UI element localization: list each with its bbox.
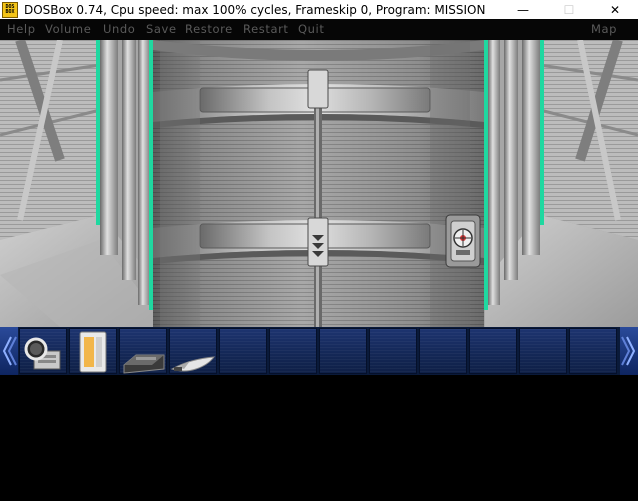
dosbox-app-icon[interactable]: DOS BOX	[2, 1, 18, 18]
inventory-slot-6[interactable]	[269, 328, 317, 374]
game-black-area	[0, 375, 638, 501]
maximize-icon: ☐	[563, 2, 575, 17]
inventory-slot-4[interactable]	[169, 328, 217, 374]
window-title-bar[interactable]: DOS BOX DOSBox 0.74, Cpu speed: max 100%…	[0, 0, 638, 19]
inventory-scroll-right-button[interactable]	[620, 327, 638, 375]
wall-dial-panel[interactable]	[445, 214, 481, 268]
menu-restart[interactable]: Restart	[243, 22, 289, 36]
inventory-slot-5[interactable]	[219, 328, 267, 374]
inventory-slot-10[interactable]	[469, 328, 517, 374]
minimize-icon: —	[517, 2, 529, 17]
device-item-icon	[123, 354, 165, 374]
wing-item-icon	[170, 356, 216, 372]
inventory-slot-3[interactable]	[119, 328, 167, 374]
menu-undo[interactable]: Undo	[103, 22, 135, 36]
inventory-bar	[0, 327, 638, 375]
game-menu-bar: Help Volume Undo Save Restore Restart Qu…	[0, 19, 638, 40]
app-icon-text-bottom: BOX	[5, 8, 15, 15]
inventory-slot-2[interactable]	[69, 328, 117, 374]
close-button[interactable]: ✕	[592, 0, 638, 19]
menu-save[interactable]: Save	[146, 22, 177, 36]
inventory-slot-12[interactable]	[569, 328, 617, 374]
inventory-slot-8[interactable]	[369, 328, 417, 374]
menu-map[interactable]: Map	[591, 22, 617, 36]
window-title: DOSBox 0.74, Cpu speed: max 100% cycles,…	[24, 2, 486, 17]
inventory-scroll-left-button[interactable]	[0, 327, 18, 375]
id-card-item-icon	[79, 331, 107, 373]
scroll-right-icon	[621, 336, 636, 366]
menu-help[interactable]: Help	[7, 22, 36, 36]
inventory-slot-1[interactable]	[19, 328, 67, 374]
magnifier-item-icon	[24, 337, 61, 370]
close-icon: ✕	[609, 2, 621, 17]
menu-volume[interactable]: Volume	[45, 22, 91, 36]
maximize-button[interactable]: ☐	[546, 0, 592, 19]
inventory-slot-11[interactable]	[519, 328, 567, 374]
menu-quit[interactable]: Quit	[298, 22, 324, 36]
game-scene-view[interactable]	[0, 40, 638, 327]
inventory-slot-9[interactable]	[419, 328, 467, 374]
minimize-button[interactable]: —	[500, 0, 546, 19]
space-station-corridor-illustration	[0, 40, 638, 327]
menu-restore[interactable]: Restore	[185, 22, 233, 36]
scroll-left-icon	[2, 336, 17, 366]
inventory-slot-7[interactable]	[319, 328, 367, 374]
